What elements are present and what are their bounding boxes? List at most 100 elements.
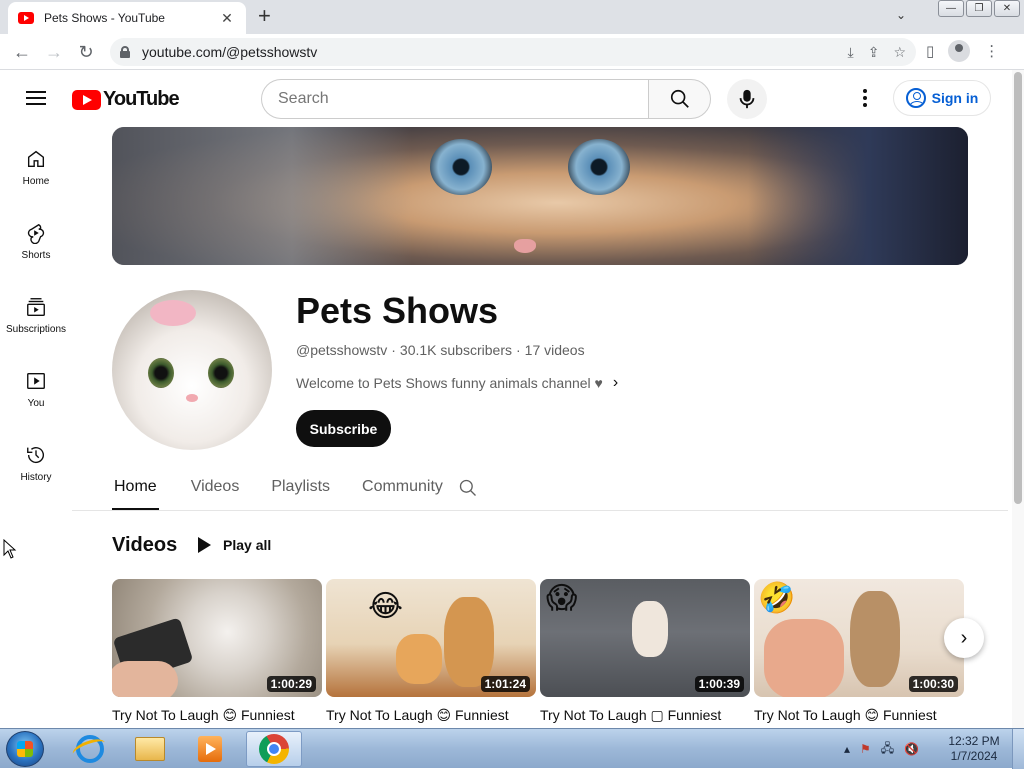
channel-tabs: Home Videos Playlists Community [112, 466, 475, 510]
forward-button[interactable]: → [42, 40, 66, 64]
share-icon[interactable]: ⇪ [868, 44, 880, 61]
channel-search-button[interactable] [458, 478, 478, 503]
chevron-right-icon: › [960, 626, 968, 649]
scrollbar-thumb[interactable] [1014, 72, 1022, 504]
reload-button[interactable]: ↻ [74, 40, 98, 64]
tab-close-button[interactable]: ✕ [218, 10, 236, 27]
browser-menu-icon[interactable]: ⋮ [984, 42, 999, 60]
new-tab-button[interactable]: + [258, 5, 271, 27]
video-title[interactable]: Try Not To Laugh 😊 Funniest [326, 707, 536, 724]
mini-guide-sidebar: Home Shorts Subscriptions You History [0, 126, 72, 496]
video-thumbnail[interactable]: 😂 1:01:24 [326, 579, 536, 697]
action-center-flag-icon[interactable]: ⚑ [860, 742, 871, 756]
youtube-logo[interactable]: YouTube [72, 88, 180, 111]
tabs-divider [72, 510, 1008, 511]
search-button[interactable] [648, 79, 711, 119]
restore-button[interactable]: ❐ [966, 0, 992, 17]
side-panel-icon[interactable]: ▯ [926, 42, 934, 60]
play-all-button[interactable]: Play all [194, 533, 271, 557]
lock-icon[interactable] [120, 46, 130, 58]
shelf-next-button[interactable]: › [944, 618, 984, 658]
mouse-pointer-icon [3, 539, 17, 559]
clock-time: 12:32 PM [948, 734, 1000, 748]
sidebar-item-history[interactable]: History [0, 422, 72, 496]
taskbar-chrome[interactable] [246, 731, 302, 767]
window-controls: — ❐ ✕ [938, 0, 1020, 17]
video-card[interactable]: 😂 1:01:24 Try Not To Laugh 😊 Funniest [326, 579, 536, 724]
chevron-right-icon[interactable]: › [613, 374, 618, 392]
youtube-header: YouTube Sign in [0, 70, 1012, 126]
start-button[interactable] [6, 731, 44, 767]
channel-meta: @petsshowstv · 30.1K subscribers · 17 vi… [296, 342, 585, 358]
video-title[interactable]: Try Not To Laugh ▢ Funniest [540, 707, 750, 724]
tab-community[interactable]: Community [362, 466, 443, 510]
back-button[interactable]: ← [10, 40, 34, 64]
sidebar-item-label: Subscriptions [5, 324, 67, 335]
channel-name: Pets Shows [296, 290, 499, 331]
minimize-button[interactable]: — [938, 0, 964, 17]
you-icon [27, 372, 45, 390]
volume-muted-icon[interactable]: 🔇 [904, 742, 919, 756]
video-thumbnail[interactable]: 😱 1:00:39 [540, 579, 750, 697]
taskbar-clock[interactable]: 12:32 PM 1/7/2024 [944, 734, 1004, 764]
rofl-emoji-icon: 🤣 [758, 582, 796, 615]
tab-videos[interactable]: Videos [191, 466, 240, 510]
bookmark-star-icon[interactable]: ☆ [893, 44, 906, 61]
media-player-icon [198, 736, 222, 762]
browser-toolbar: ← → ↻ youtube.com/@petsshowstv ⤓ ⇪ ☆ ▯ ⋮ [0, 34, 1024, 70]
address-url[interactable]: youtube.com/@petsshowstv [142, 44, 848, 60]
search-box [261, 79, 711, 119]
search-icon [670, 89, 689, 108]
sidebar-item-shorts[interactable]: Shorts [0, 200, 72, 274]
sign-in-label: Sign in [931, 90, 979, 106]
account-circle-icon [905, 88, 926, 108]
folder-icon [135, 737, 165, 761]
sidebar-item-label: You [27, 398, 45, 409]
page-scrollbar[interactable] [1012, 70, 1024, 728]
subscriber-count: 30.1K subscribers [399, 342, 512, 358]
install-app-icon[interactable]: ⤓ [848, 44, 854, 61]
taskbar-file-explorer[interactable] [122, 731, 178, 767]
sidebar-item-subscriptions[interactable]: Subscriptions [0, 274, 72, 348]
subscribe-button[interactable]: Subscribe [296, 410, 391, 447]
video-duration: 1:00:30 [908, 676, 958, 692]
tab-search-dropdown-icon[interactable]: ⌄ [896, 8, 906, 22]
video-card[interactable]: 1:00:29 Try Not To Laugh 😊 Funniest [112, 579, 322, 724]
network-icon[interactable]: 🖧 [881, 739, 894, 760]
video-title[interactable]: Try Not To Laugh 😊 Funniest [112, 707, 322, 724]
tab-playlists[interactable]: Playlists [271, 466, 330, 510]
settings-more-icon[interactable] [855, 88, 875, 108]
show-desktop-button[interactable] [1012, 729, 1024, 769]
voice-search-button[interactable] [727, 79, 767, 119]
laughing-emoji-icon: 😂 [368, 590, 404, 623]
video-thumbnail[interactable]: 🤣 1:00:30 [754, 579, 964, 697]
show-hidden-icons-icon[interactable]: ▴ [844, 742, 850, 756]
tab-home[interactable]: Home [112, 466, 159, 510]
video-thumbnail[interactable]: 1:00:29 [112, 579, 322, 697]
system-tray: ▴ ⚑ 🖧 🔇 [844, 729, 919, 769]
sidebar-item-you[interactable]: You [0, 348, 72, 422]
youtube-wordmark: YouTube [103, 88, 180, 110]
meta-separator: · [515, 342, 521, 358]
guide-menu-icon[interactable] [26, 91, 46, 105]
address-bar[interactable]: youtube.com/@petsshowstv ⤓ ⇪ ☆ [110, 38, 916, 66]
taskbar-internet-explorer[interactable] [62, 731, 118, 767]
search-input[interactable] [261, 79, 648, 119]
video-card[interactable]: 🤣 1:00:30 Try Not To Laugh 😊 Funniest [754, 579, 964, 724]
play-icon [198, 537, 211, 553]
sign-in-button[interactable]: Sign in [893, 80, 991, 116]
browser-tab-strip: Pets Shows - YouTube ✕ + ⌄ — ❐ ✕ [0, 0, 1024, 34]
close-window-button[interactable]: ✕ [994, 0, 1020, 17]
video-card[interactable]: 😱 1:00:39 Try Not To Laugh ▢ Funniest [540, 579, 750, 724]
channel-handle: @petsshowstv [296, 342, 388, 358]
channel-avatar [112, 290, 272, 450]
profile-avatar-icon[interactable] [948, 40, 971, 62]
windows-taskbar: ▴ ⚑ 🖧 🔇 12:32 PM 1/7/2024 [0, 728, 1024, 769]
search-icon [459, 479, 476, 496]
channel-description[interactable]: Welcome to Pets Shows funny animals chan… [296, 374, 618, 392]
browser-tab-active[interactable]: Pets Shows - YouTube ✕ [8, 2, 246, 34]
video-title[interactable]: Try Not To Laugh 😊 Funniest [754, 707, 964, 724]
youtube-favicon-icon [18, 12, 34, 24]
taskbar-media-player[interactable] [182, 731, 238, 767]
sidebar-item-home[interactable]: Home [0, 126, 72, 200]
